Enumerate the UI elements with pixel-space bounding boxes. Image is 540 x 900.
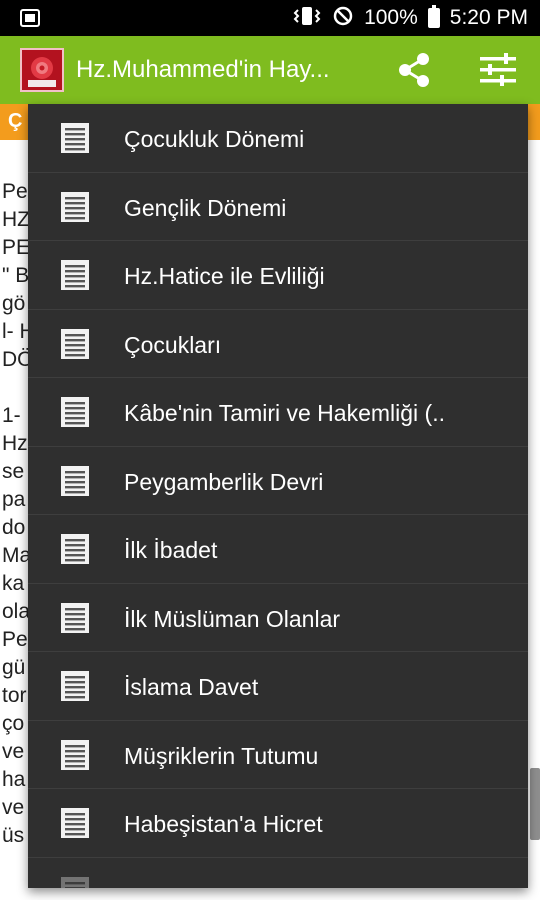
app-bar: Hz.Muhammed'in Hay... (0, 36, 540, 104)
menu-item[interactable]: Çocukluk Dönemi (28, 104, 528, 173)
menu-item[interactable]: Çocukları (28, 310, 528, 378)
vibrate-icon (292, 5, 322, 32)
document-icon (60, 602, 90, 634)
status-bar: 100% 5:20 PM (0, 0, 540, 36)
notification-icon (20, 8, 40, 28)
menu-item[interactable]: İlk Müslüman Olanlar (28, 584, 528, 652)
menu-item-label: İlk İbadet (124, 537, 218, 563)
scroll-indicator[interactable] (530, 768, 540, 840)
section-header-text: Ç (8, 110, 23, 132)
dropdown-menu: Çocukluk Dönemi Gençlik Dönemi Hz.Hatice i… (28, 104, 528, 888)
battery-percent: 100% (364, 6, 418, 29)
menu-item[interactable] (28, 858, 528, 888)
do-not-disturb-icon (332, 5, 354, 32)
share-icon[interactable] (395, 52, 433, 88)
document-icon (60, 807, 90, 839)
menu-item[interactable]: İslama Davet (28, 652, 528, 721)
app-title: Hz.Muhammed'in Hay... (76, 56, 330, 83)
menu-item-label: Müşriklerin Tutumu (124, 742, 319, 769)
menu-item[interactable]: İlk İbadet (28, 515, 528, 584)
document-icon (60, 739, 90, 771)
menu-item-label: Çocukluk Dönemi (124, 126, 305, 152)
menu-item-label: Kâbe'nin Tamiri ve Hakemliği (.. (124, 400, 445, 426)
menu-item-label: Hz.Hatice ile Evliliği (124, 263, 325, 289)
document-icon (60, 670, 90, 702)
clock-time: 5:20 PM (449, 6, 528, 29)
menu-item[interactable]: Hz.Hatice ile Evliliği (28, 241, 528, 310)
document-icon (60, 122, 90, 154)
menu-item-label: Habeşistan'a Hicret (124, 811, 323, 837)
document-icon (60, 396, 90, 428)
menu-item-label: İslama Davet (124, 674, 259, 700)
settings-sliders-icon[interactable] (478, 52, 518, 88)
document-icon (60, 876, 90, 888)
document-icon (60, 328, 90, 360)
app-logo-icon[interactable] (20, 48, 64, 92)
battery-icon (427, 5, 440, 28)
menu-item[interactable]: Habeşistan'a Hicret (28, 789, 528, 858)
menu-item-label: Peygamberlik Devri (124, 468, 324, 495)
menu-item[interactable]: Peygamberlik Devri (28, 447, 528, 515)
menu-item[interactable]: Kâbe'nin Tamiri ve Hakemliği (.. (28, 378, 528, 447)
document-icon (60, 533, 90, 565)
document-icon (60, 465, 90, 497)
menu-item-label: İlk Müslüman Olanlar (124, 605, 341, 632)
menu-item[interactable]: Gençlik Dönemi (28, 173, 528, 241)
menu-item-label: Gençlik Dönemi (124, 194, 287, 221)
document-icon (60, 259, 90, 291)
menu-item-label: Çocukları (124, 331, 222, 358)
menu-item[interactable]: Müşriklerin Tutumu (28, 721, 528, 789)
document-icon (60, 191, 90, 223)
